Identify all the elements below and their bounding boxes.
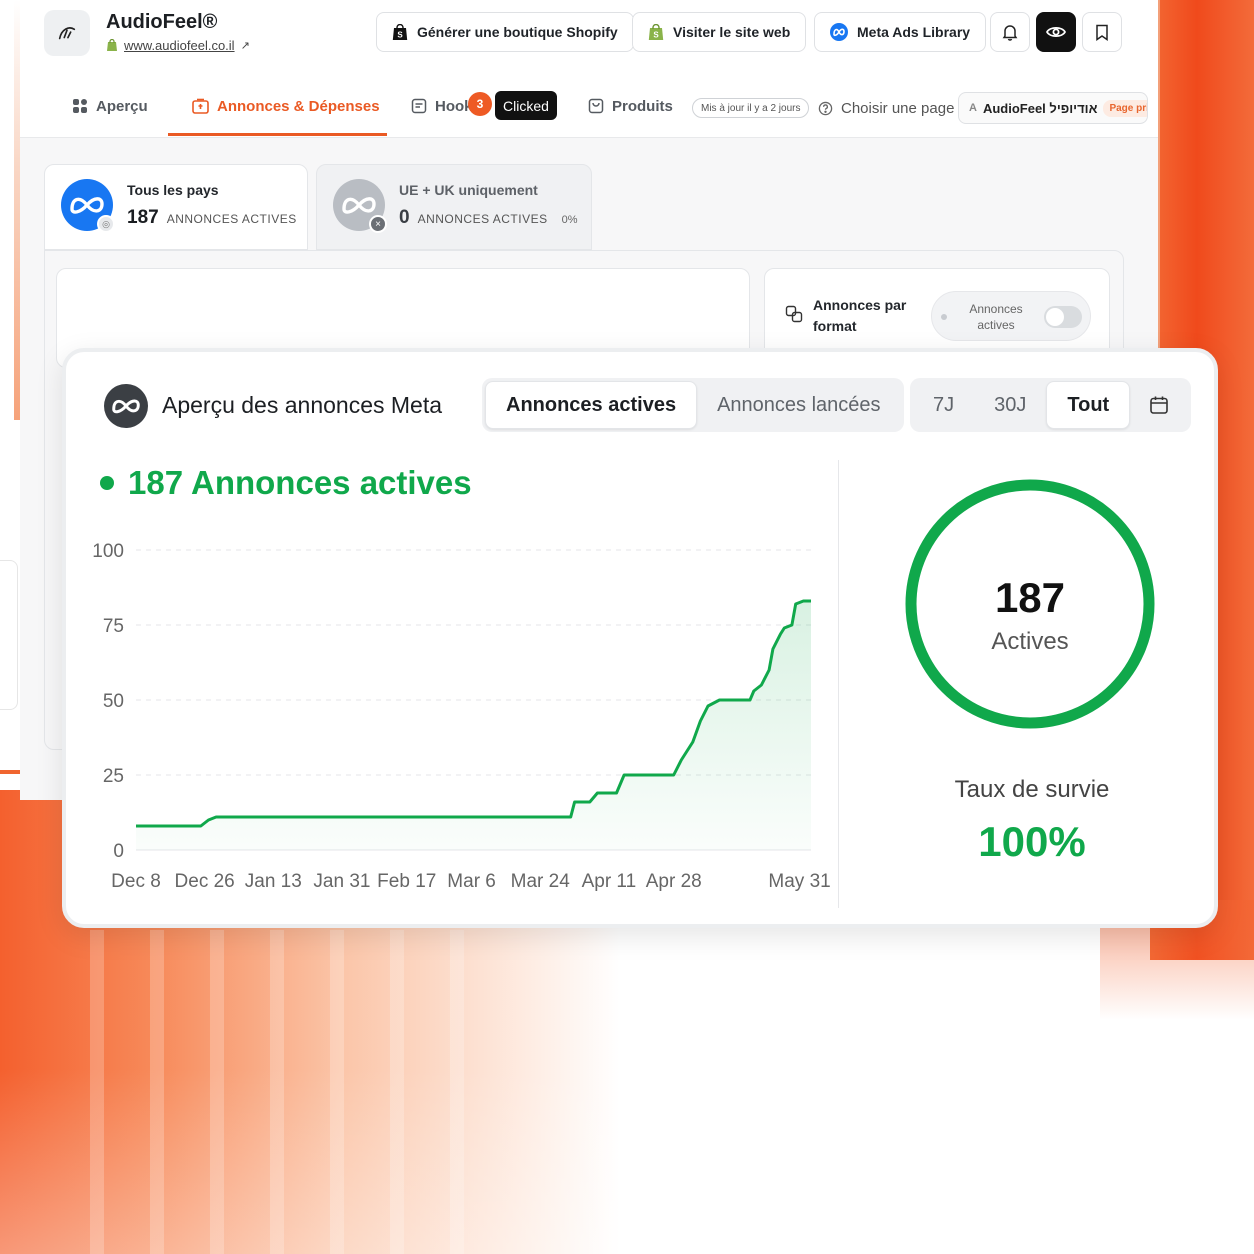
status-dot <box>100 476 114 490</box>
page-tag: Page principale <box>1103 99 1147 117</box>
country-name: Tous les pays <box>127 182 219 198</box>
country-count: 0 ANNONCES ACTIVES 0% <box>399 207 578 228</box>
choose-page-button[interactable]: Choisir une page <box>818 100 954 117</box>
tab-annonces-actives[interactable]: Annonces actives <box>485 381 698 429</box>
grid-icon <box>73 99 87 113</box>
clicked-tooltip: Clicked <box>495 91 557 120</box>
country-name: UE + UK uniquement <box>399 182 538 198</box>
meta-logo-icon <box>830 23 848 41</box>
tab-hook[interactable]: Hook <box>411 92 473 120</box>
tab-produits[interactable]: Produits <box>588 92 673 120</box>
country-count: 187 ANNONCES ACTIVES <box>127 207 297 228</box>
svg-text:S: S <box>653 30 659 39</box>
y-tick-label: 25 <box>103 766 124 787</box>
brand-logo[interactable] <box>44 10 90 56</box>
date-range-switch: 7J 30J Tout <box>910 378 1192 432</box>
x-tick-label: Apr 11 <box>582 871 637 892</box>
survival-rate-label: Taux de survie <box>954 776 1110 803</box>
brand-logo-icon <box>58 27 76 40</box>
meta-logo: ◎ <box>61 179 115 233</box>
generate-shopify-button[interactable]: S Générer une boutique Shopify <box>376 12 634 52</box>
active-ads-heading: 187 Annonces actives <box>100 464 472 502</box>
eye-icon <box>1046 26 1066 38</box>
meta-ads-library-button[interactable]: Meta Ads Library <box>814 12 987 52</box>
last-updated-pill: Mis à jour il y a 2 jours <box>692 98 810 118</box>
ads-icon <box>192 98 209 114</box>
hook-count-badge: 3 <box>468 92 492 116</box>
range-tout[interactable]: Tout <box>1046 381 1131 429</box>
page-selector[interactable]: A AudioFeel אודיופיל Page principale <box>958 92 1148 124</box>
x-tick-label: Dec 26 <box>175 871 235 892</box>
globe-icon: ◎ <box>97 215 115 233</box>
x-tick-label: May 31 <box>768 871 830 892</box>
preview-button[interactable] <box>1036 12 1076 52</box>
x-tick-label: Mar 6 <box>447 871 496 892</box>
ads-type-switch: Annonces actives Annonces lancées <box>482 378 904 432</box>
calendar-icon <box>1150 396 1169 414</box>
range-7j[interactable]: 7J <box>913 381 974 429</box>
page-avatar: A <box>969 102 977 114</box>
meta-ads-overview-card: Aperçu des annonces Meta Annonces active… <box>62 348 1218 928</box>
toggle-dot <box>941 314 947 320</box>
x-tick-label: Jan 31 <box>313 871 370 892</box>
notifications-button[interactable] <box>990 12 1030 52</box>
tab-apercu[interactable]: Aperçu <box>72 92 148 120</box>
document-icon <box>411 98 427 114</box>
country-card-all[interactable]: ◎ Tous les pays 187 ANNONCES ACTIVES <box>44 164 308 250</box>
brand-name: AudioFeel® <box>106 11 218 33</box>
series-area <box>136 601 811 850</box>
main-navigation: Aperçu Annonces & Dépenses Hook 3 Clicke… <box>20 78 1158 138</box>
format-card-title: Annonces par format <box>813 297 907 334</box>
y-tick-label: 100 <box>92 541 124 562</box>
shopify-bag-icon: S <box>392 23 408 40</box>
y-tick-label: 0 <box>113 841 124 862</box>
page-name: AudioFeel אודיופיל <box>982 100 1098 116</box>
ring-value: 187 <box>994 574 1066 621</box>
country-card-eu-uk[interactable]: × UE + UK uniquement 0 ANNONCES ACTIVES … <box>316 164 592 250</box>
bell-icon <box>1002 24 1018 41</box>
ring-label: Actives <box>991 628 1069 655</box>
external-link-icon[interactable]: ↗ <box>241 39 250 52</box>
svg-text:S: S <box>397 30 403 39</box>
section-divider <box>838 460 839 908</box>
shopify-bag-icon: S <box>648 23 664 40</box>
product-icon <box>588 98 604 114</box>
y-tick-label: 75 <box>103 616 124 637</box>
tab-annonces-lancees[interactable]: Annonces lancées <box>697 381 900 429</box>
x-tick-label: Feb 17 <box>377 871 436 892</box>
meta-logo <box>104 384 148 428</box>
x-tick-label: Apr 28 <box>646 871 702 892</box>
y-tick-label: 50 <box>103 691 124 712</box>
background-stripes <box>90 930 510 1254</box>
side-panel-edge <box>0 560 18 710</box>
active-ads-chart: 0 25 50 75 100 Dec 8 Dec 26 Jan 13 Jan 31 Feb 17 M… <box>92 541 830 892</box>
brand-url-link[interactable]: www.audiofeel.co.il <box>124 38 235 53</box>
shopify-bag-icon <box>107 39 117 51</box>
visit-website-button[interactable]: S Visiter le site web <box>632 12 807 52</box>
x-tick-label: Dec 8 <box>111 871 161 892</box>
toggle-switch[interactable] <box>1044 306 1082 328</box>
toggle-label: Annonces actives <box>969 302 1023 332</box>
range-30j[interactable]: 30J <box>974 381 1046 429</box>
active-ads-toggle[interactable]: Annonces actives <box>931 291 1091 341</box>
meta-logo-icon <box>112 399 140 414</box>
bookmark-button[interactable] <box>1082 12 1122 52</box>
tab-annonces-depenses[interactable]: Annonces & Dépenses <box>192 92 380 120</box>
brand-url-row: www.audiofeel.co.il ↗ <box>106 38 250 53</box>
meta-logo: × <box>333 179 387 233</box>
close-icon: × <box>369 215 387 233</box>
x-tick-label: Jan 13 <box>245 871 302 892</box>
active-tab-indicator <box>168 133 387 136</box>
meta-logo-icon <box>342 197 376 214</box>
bookmark-icon <box>1096 24 1108 41</box>
layers-icon <box>785 305 803 323</box>
x-tick-label: Mar 24 <box>511 871 571 892</box>
calendar-button[interactable] <box>1130 381 1188 429</box>
overview-title: Aperçu des annonces Meta <box>162 392 443 418</box>
help-circle-icon <box>818 101 833 116</box>
survival-rate-value: 100% <box>978 818 1086 865</box>
meta-logo-icon <box>70 197 104 214</box>
